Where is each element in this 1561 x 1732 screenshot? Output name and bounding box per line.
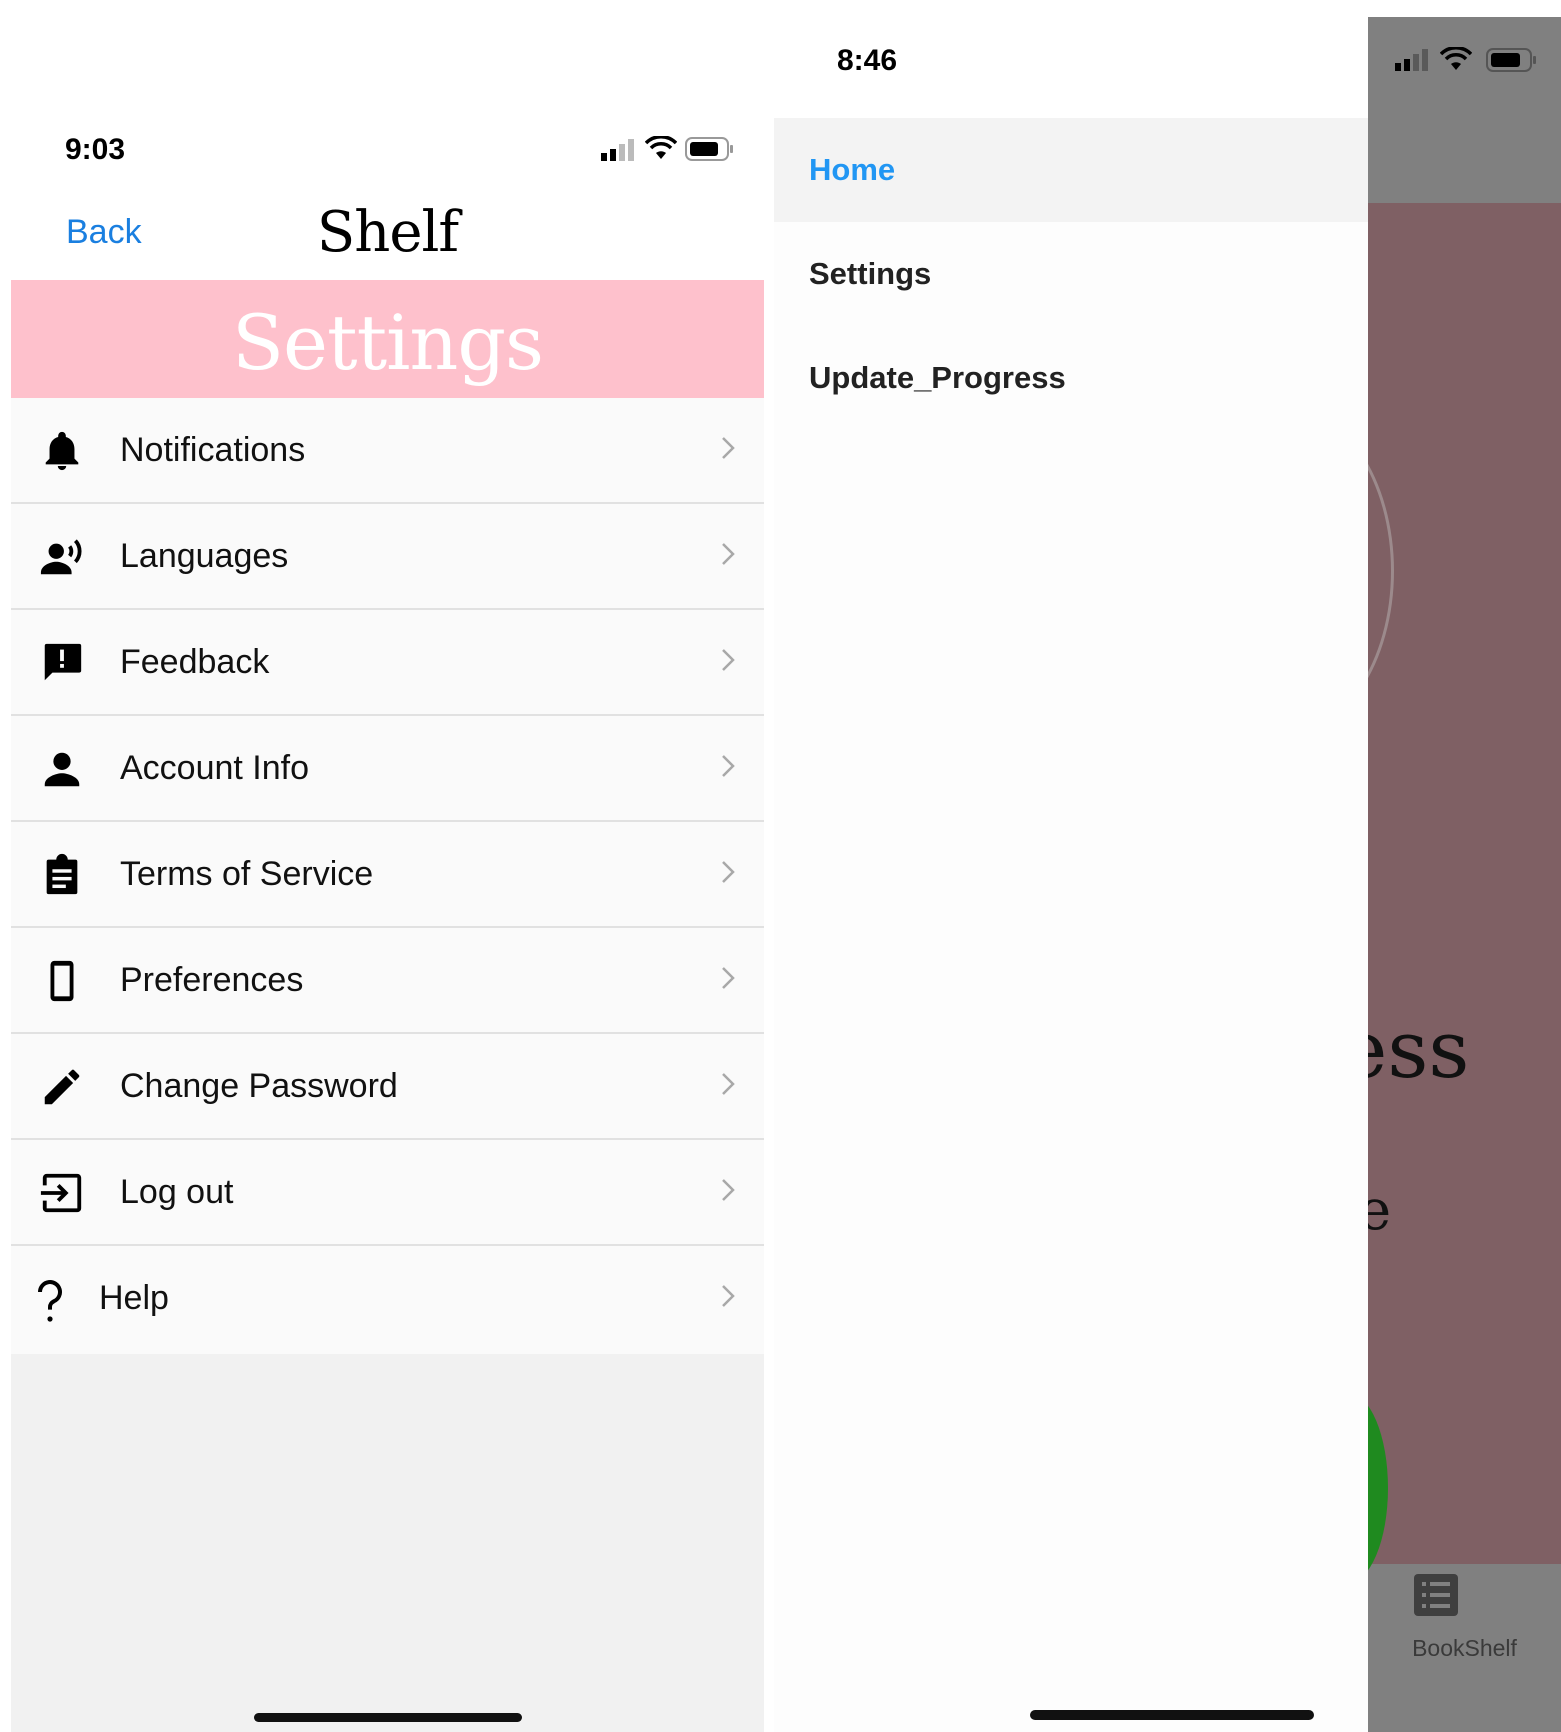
- chevron-right-icon: [722, 437, 735, 459]
- signal-icon: [1395, 49, 1428, 71]
- feedback-icon: [44, 643, 82, 681]
- background-text: ess: [1368, 1003, 1470, 1096]
- background-content: ess e: [1368, 203, 1561, 1583]
- status-time: 9:03: [65, 133, 126, 166]
- chevron-right-icon: [722, 861, 735, 883]
- settings-list: Notifications Languages Feedback Account…: [11, 398, 764, 1358]
- settings-row-account-info[interactable]: Account Info: [11, 716, 764, 822]
- settings-row-label: Feedback: [120, 643, 270, 681]
- empty-area: [11, 1354, 764, 1732]
- settings-row-label: Change Password: [120, 1067, 398, 1105]
- wifi-icon: [645, 136, 677, 159]
- drawer-item-update-progress[interactable]: Update_Progress: [774, 326, 1368, 430]
- phone-icon: [50, 960, 74, 1002]
- settings-row-terms-of-service[interactable]: Terms of Service: [11, 822, 764, 928]
- battery-icon: [1486, 48, 1536, 72]
- chevron-right-icon: [722, 543, 735, 565]
- left-phone-screen: 9:03 Shelf Back Settings Notifications L…: [11, 105, 764, 1732]
- settings-row-languages[interactable]: Languages: [11, 504, 764, 610]
- navigation-drawer: Home Settings Update_Progress: [774, 118, 1368, 1732]
- signal-icon: [601, 139, 634, 161]
- person-icon: [44, 752, 80, 787]
- background-text: e: [1368, 1178, 1392, 1243]
- drawer-backdrop[interactable]: ess e BookShelf: [1368, 17, 1561, 1732]
- chevron-right-icon: [722, 1285, 735, 1307]
- drawer-item-label: Home: [809, 152, 896, 187]
- drawer-item-label: Settings: [809, 256, 932, 291]
- nav-bar: Shelf Back: [11, 195, 764, 280]
- settings-row-label: Help: [99, 1279, 169, 1317]
- list-icon: [1414, 1574, 1458, 1616]
- settings-row-notifications[interactable]: Notifications: [11, 398, 764, 504]
- wifi-icon: [1440, 47, 1472, 70]
- settings-row-log-out[interactable]: Log out: [11, 1140, 764, 1246]
- settings-row-label: Notifications: [120, 431, 306, 469]
- back-button[interactable]: Back: [66, 213, 142, 252]
- settings-row-help[interactable]: Help: [11, 1246, 764, 1358]
- logout-icon: [40, 1173, 82, 1213]
- settings-row-change-password[interactable]: Change Password: [11, 1034, 764, 1140]
- settings-row-label: Account Info: [120, 749, 310, 787]
- settings-row-preferences[interactable]: Preferences: [11, 928, 764, 1034]
- question-icon: [38, 1280, 62, 1322]
- chevron-right-icon: [722, 1073, 735, 1095]
- settings-row-feedback[interactable]: Feedback: [11, 610, 764, 716]
- right-status-bar: 8:46: [774, 0, 1368, 118]
- chevron-right-icon: [722, 755, 735, 777]
- tab-bookshelf-label: BookShelf: [1412, 1635, 1517, 1661]
- left-status-bar: 9:03: [11, 105, 764, 195]
- home-indicator: [1030, 1710, 1314, 1720]
- pencil-icon: [44, 1069, 80, 1105]
- drawer-item-home[interactable]: Home: [774, 118, 1368, 222]
- clipboard-icon: [46, 853, 78, 895]
- settings-row-label: Terms of Service: [120, 855, 374, 893]
- voice-person-icon: [40, 539, 82, 575]
- page-title: Settings: [231, 298, 544, 387]
- chevron-right-icon: [722, 1179, 735, 1201]
- background-green-shape: [1368, 1393, 1388, 1583]
- drawer-item-settings[interactable]: Settings: [774, 222, 1368, 326]
- settings-row-label: Languages: [120, 537, 289, 575]
- settings-banner: Settings: [11, 280, 764, 398]
- bell-icon: [45, 431, 79, 471]
- background-circle: [1368, 403, 1394, 739]
- home-indicator: [254, 1713, 522, 1722]
- settings-row-label: Preferences: [120, 961, 304, 999]
- settings-row-label: Log out: [120, 1173, 234, 1211]
- chevron-right-icon: [722, 649, 735, 671]
- status-time: 8:46: [837, 44, 898, 77]
- drawer-item-label: Update_Progress: [809, 360, 1066, 395]
- battery-icon: [685, 137, 733, 161]
- chevron-right-icon: [722, 967, 735, 989]
